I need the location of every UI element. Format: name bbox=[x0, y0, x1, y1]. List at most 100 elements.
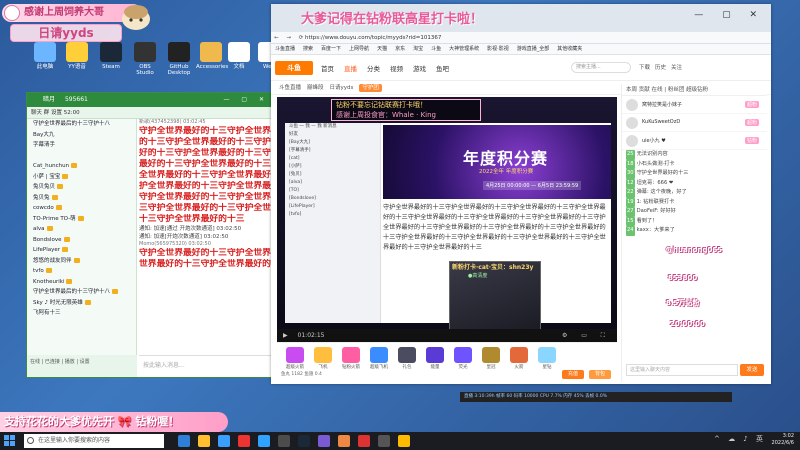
chat-titlebar[interactable]: 暗月 595661 — ▢ ✕ bbox=[27, 93, 273, 107]
taskbar-app-icon[interactable] bbox=[378, 435, 390, 447]
member-item[interactable]: 飞阿有十三 bbox=[27, 308, 136, 319]
bookmark-item[interactable]: 斗鱼直播 bbox=[275, 46, 295, 52]
site-nav[interactable]: 首页 直播 分类 视频 游戏 鱼吧 bbox=[321, 63, 459, 73]
video-player[interactable]: 钻粉不要忘记钻联赛打卡哦！ 感谢上周投食官：Whale · King 斗鱼 一 … bbox=[277, 97, 617, 342]
taskbar-app-icon[interactable] bbox=[218, 435, 230, 447]
site-nav-item[interactable]: 视频 bbox=[390, 65, 403, 73]
play-icon[interactable]: ▶ bbox=[283, 332, 288, 339]
desktop-icon[interactable]: OBS Studio bbox=[130, 42, 160, 76]
member-item[interactable] bbox=[27, 329, 136, 340]
desktop-icon[interactable]: 此电脑 bbox=[30, 42, 60, 70]
taskbar-app-icon[interactable] bbox=[398, 435, 410, 447]
taskbar-app-icon[interactable] bbox=[318, 435, 330, 447]
room-tag[interactable]: 日请yyds bbox=[330, 85, 354, 91]
address-bar[interactable]: ← → ⟳ https://www.douyu.com/topic/myyds?… bbox=[271, 32, 771, 44]
member-item[interactable]: Sky ♪ 时光无限英雄 bbox=[27, 298, 136, 309]
desktop-icon[interactable]: Accessories bbox=[196, 42, 228, 70]
member-item[interactable]: 兔贝兔贝 bbox=[27, 182, 136, 193]
rank-row[interactable]: 窝特拉笑是小妹子 超粉 bbox=[622, 96, 767, 114]
video-area[interactable]: 钻粉不要忘记钻联赛打卡哦！ 感谢上周投食官：Whale · King 斗鱼 一 … bbox=[277, 97, 617, 329]
member-item[interactable]: 兔贝兔 bbox=[27, 193, 136, 204]
member-item[interactable]: 悠悠的战友同伴 bbox=[27, 256, 136, 267]
site-links[interactable]: 下载 历史 关注 bbox=[639, 63, 687, 71]
desktop-icon[interactable]: 文档 bbox=[224, 42, 254, 70]
room-tag[interactable]: 巅峰段 bbox=[307, 85, 324, 91]
gift-item[interactable]: 超级飞机 bbox=[367, 347, 391, 370]
desktop-icon[interactable]: YY语音 bbox=[62, 42, 92, 70]
bookmark-item[interactable]: 百度一下 bbox=[321, 46, 341, 52]
site-link[interactable]: 下载 bbox=[639, 65, 650, 71]
bookmark-item[interactable]: 其他收藏夹 bbox=[557, 46, 582, 52]
taskbar-app-icon[interactable] bbox=[198, 435, 210, 447]
url-text[interactable]: https://www.douyu.com/topic/myyds?rid=10… bbox=[305, 35, 441, 41]
tray-icons[interactable]: ^ ☁ ♪ 英 bbox=[714, 436, 766, 443]
member-item[interactable] bbox=[27, 319, 136, 330]
bookmark-item[interactable]: 淘宝 bbox=[413, 46, 423, 52]
bookmark-item[interactable]: 天猫 bbox=[377, 46, 387, 52]
gift-item[interactable]: 礼包 bbox=[395, 347, 419, 370]
taskbar-app-icon[interactable] bbox=[238, 435, 250, 447]
site-nav-item[interactable]: 首页 bbox=[321, 65, 334, 73]
taskbar-app-icon[interactable] bbox=[338, 435, 350, 447]
member-item[interactable]: 字幕清手 bbox=[27, 140, 136, 151]
member-item[interactable]: Knotheuriki bbox=[27, 277, 136, 288]
danmu-input[interactable]: 这里输入聊天内容 bbox=[626, 364, 738, 376]
site-logo[interactable]: 斗鱼 bbox=[275, 61, 313, 75]
member-item[interactable]: cowcdo bbox=[27, 203, 136, 214]
bookmarks-bar[interactable]: 斗鱼直播 搜索 百度一下 上网导航 天猫 京东 淘宝 斗鱼 大神管理系统 影视·影视 游戏直播_全部… bbox=[271, 44, 771, 55]
member-item[interactable]: 小萨 | 宝宝 bbox=[27, 172, 136, 183]
rank-row[interactable]: KuKuSweetOzD 超粉 bbox=[622, 114, 767, 132]
member-item[interactable]: alva bbox=[27, 224, 136, 235]
bookmark-item[interactable]: 京东 bbox=[395, 46, 405, 52]
site-nav-item[interactable]: 分类 bbox=[367, 65, 380, 73]
site-nav-item[interactable]: 游戏 bbox=[413, 65, 426, 73]
member-item[interactable]: TO-Prime TO-萌 bbox=[27, 214, 136, 225]
bookmark-item[interactable]: 斗鱼 bbox=[431, 46, 441, 52]
room-tag[interactable]: 斗鱼直播 bbox=[279, 85, 301, 91]
bookmark-item[interactable]: 搜索 bbox=[303, 46, 313, 52]
taskbar-app-icon[interactable] bbox=[358, 435, 370, 447]
system-tray[interactable]: ^ ☁ ♪ 英 3:02 2022/6/6 bbox=[714, 433, 794, 447]
window-controls[interactable]: — ▢ ✕ bbox=[694, 10, 765, 20]
member-item[interactable]: Cat_hunchun bbox=[27, 161, 136, 172]
site-link[interactable]: 关注 bbox=[671, 65, 682, 71]
bookmark-item[interactable]: 上网导航 bbox=[349, 46, 369, 52]
member-item[interactable]: tvfo bbox=[27, 266, 136, 277]
site-nav-item[interactable]: 直播 bbox=[344, 65, 357, 73]
bookmark-item[interactable]: 影视·影视 bbox=[487, 46, 509, 52]
gift-item[interactable]: 能量 bbox=[423, 347, 447, 370]
site-link[interactable]: 历史 bbox=[655, 65, 666, 71]
chat-toolbar[interactable]: 聊天 群 设置 52:00 bbox=[27, 107, 273, 119]
member-item[interactable]: Bondslove bbox=[27, 235, 136, 246]
rank-row[interactable]: uie小九 ♥ 钻粉 bbox=[622, 132, 767, 150]
rank-tabs[interactable]: 本周 贡献 在线 | 粉丝团 超级钻粉 bbox=[622, 84, 767, 96]
message-composer[interactable]: 按此输入消息... bbox=[139, 355, 273, 377]
taskbar-search-input[interactable]: 在这里输入你要搜索的内容 bbox=[24, 434, 164, 448]
site-nav-item[interactable]: 鱼吧 bbox=[436, 65, 449, 73]
gift-item[interactable]: 星钻 bbox=[535, 347, 559, 370]
taskbar-app-icon[interactable] bbox=[278, 435, 290, 447]
player-control-icons[interactable]: ⚙ ▭ ⛶ bbox=[562, 329, 611, 342]
member-item[interactable]: 守护全世界最后的十三守护十八 bbox=[27, 287, 136, 298]
taskbar-app-icon[interactable] bbox=[258, 435, 270, 447]
send-button[interactable]: 发送 bbox=[740, 364, 764, 376]
gift-item[interactable]: 钻粉火箭 bbox=[339, 347, 363, 370]
taskbar-app-icon[interactable] bbox=[178, 435, 190, 447]
member-item[interactable]: Bay大九 bbox=[27, 130, 136, 141]
site-search-input[interactable]: 搜索主播... bbox=[571, 62, 631, 73]
gift-item[interactable]: 超级火箭 bbox=[283, 347, 307, 370]
recharge-button[interactable]: 充值 bbox=[562, 370, 585, 379]
bookmark-item[interactable]: 游戏直播_全部 bbox=[517, 46, 550, 52]
gift-item[interactable]: 皇冠 bbox=[479, 347, 503, 370]
member-item[interactable] bbox=[27, 151, 136, 162]
member-item[interactable]: 守护全世界最后的十三守护十八 bbox=[27, 119, 136, 130]
player-controls[interactable]: ▶ 01:02:15 ⚙ ▭ ⛶ bbox=[277, 329, 617, 342]
member-list[interactable]: 守护全世界最后的十三守护十八 Bay大九 字幕清手 Cat_hunchun 小萨 | 宝… bbox=[27, 119, 137, 355]
desktop-icon[interactable]: GitHub Desktop bbox=[164, 42, 194, 76]
desktop-icon[interactable]: Steam bbox=[96, 42, 126, 70]
bookmark-item[interactable]: 大神管理系统 bbox=[449, 46, 479, 52]
gift-item[interactable]: 火箭 bbox=[507, 347, 531, 370]
pack-button[interactable]: 背包 bbox=[589, 370, 612, 379]
tab-title[interactable]: 大爹记得在钻粉联高星打卡啦！ bbox=[301, 8, 483, 27]
browser-tabbar[interactable]: 大爹记得在钻粉联高星打卡啦！ — ▢ ✕ bbox=[271, 4, 771, 32]
